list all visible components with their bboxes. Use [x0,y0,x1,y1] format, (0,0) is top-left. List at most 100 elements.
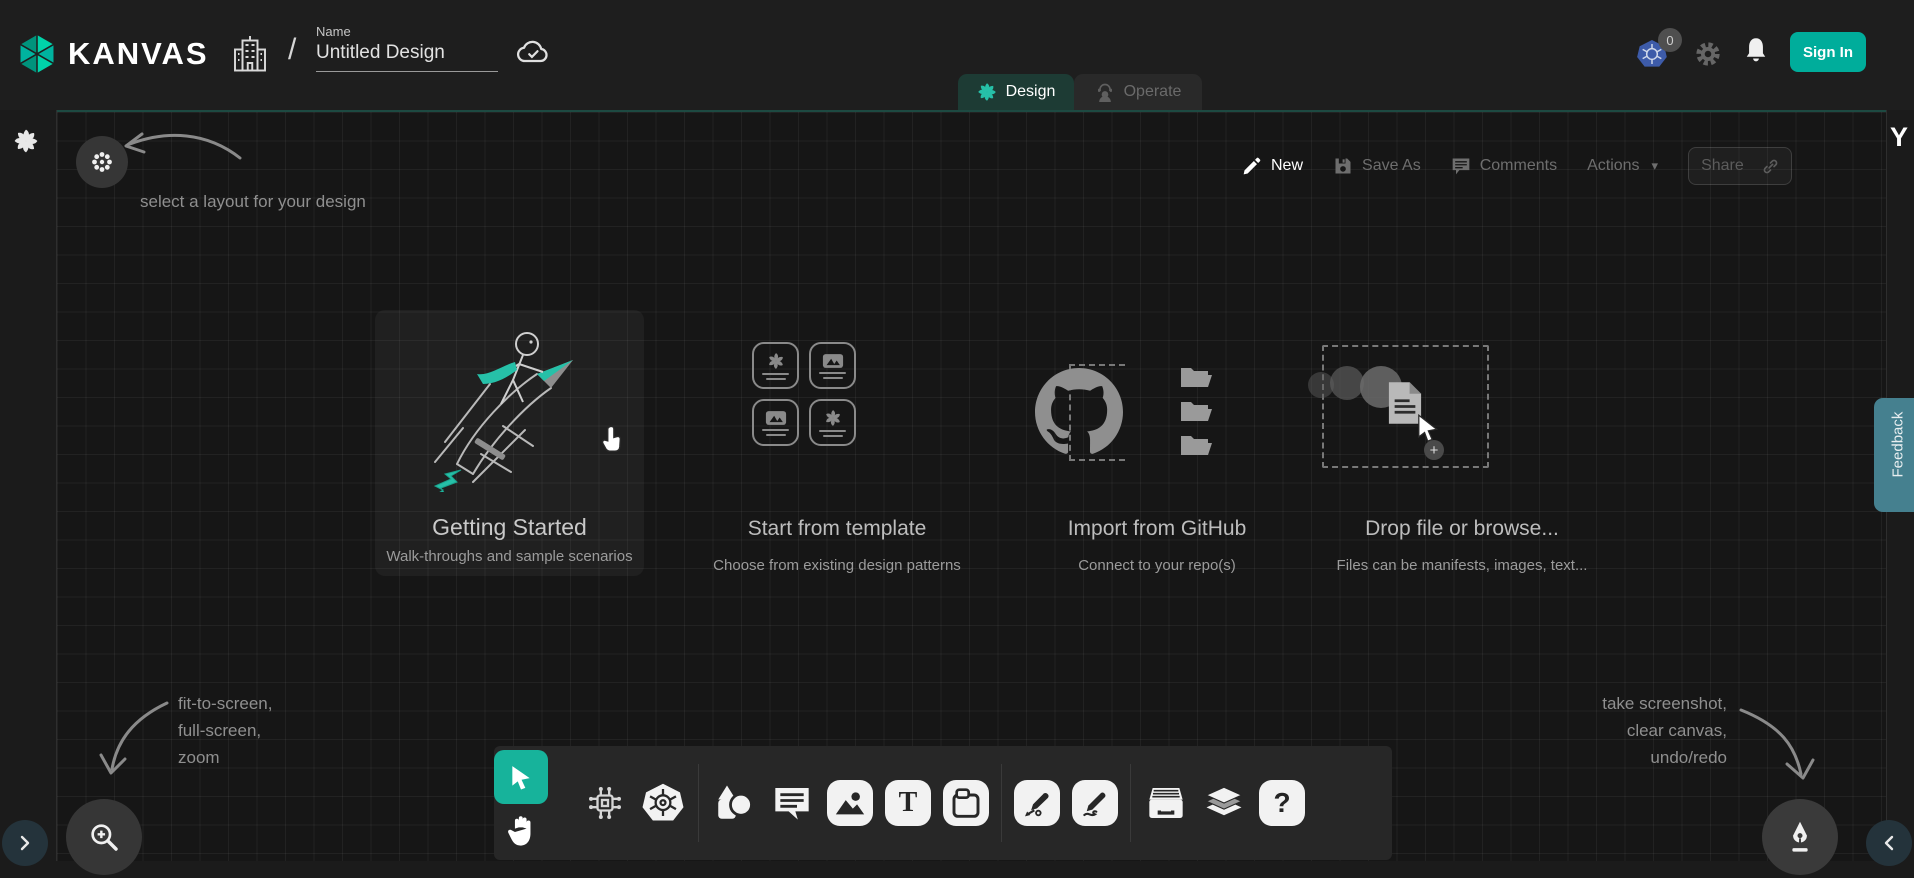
k8s-context-count-badge: 0 [1658,28,1682,52]
breadcrumb-separator: / [288,33,296,67]
feedback-tab[interactable]: Feedback [1874,398,1914,512]
layout-hint-arrow [112,120,247,180]
comments-label: Comments [1480,157,1557,175]
tab-operate[interactable]: Operate [1074,74,1202,110]
design-canvas[interactable]: New Save As Comments Actions [57,110,1886,861]
comment-bubble-icon [772,783,812,823]
brand-name: KANVAS [68,36,209,72]
layout-hint-text: select a layout for your design [140,188,366,215]
drawing-tools-button[interactable] [1762,799,1838,875]
feedback-label: Feedback [1890,432,1907,478]
shapes-icon [713,782,755,824]
note-icon [950,787,982,819]
expand-left-panel-button[interactable] [2,820,48,866]
drawer-tool[interactable] [1143,780,1189,826]
name-field-label: Name [316,24,351,39]
drop-title: Drop file or browse... [1312,517,1612,541]
zoom-hint-text: fit-to-screen, full-screen, zoom [178,690,272,771]
share-button[interactable]: Share [1688,147,1792,185]
template-subtitle: Choose from existing design patterns [697,557,977,574]
pencil-tool[interactable] [1072,780,1118,826]
getting-started-title: Getting Started [375,514,644,541]
template-tile-design-icon [809,399,856,446]
drop-subtitle: Files can be manifests, images, text... [1312,557,1612,574]
layer5-y-logo[interactable]: Y [1890,122,1908,153]
pencil-new-icon [1242,156,1262,176]
hand-cursor-icon [600,424,630,458]
organization-icon[interactable] [232,34,268,79]
drag-trail-circle [1330,366,1364,400]
design-spiral-icon [977,82,997,102]
card-drop-file[interactable]: + Drop file or browse... Files can be ma… [1312,332,1612,582]
rocket-doodle-illustration [415,322,610,492]
card-getting-started[interactable]: Getting Started Walk-throughs and sample… [375,310,644,576]
pan-tool[interactable] [499,806,543,856]
actions-dropdown[interactable]: Actions ▾ [1587,157,1658,175]
github-octocat-icon [1035,368,1123,456]
image-tool[interactable] [827,780,873,826]
note-tool[interactable] [943,780,989,826]
pen-tool[interactable] [1014,780,1060,826]
hand-pan-icon [506,814,536,848]
actions-label: Actions [1587,157,1639,175]
save-floppy-icon [1333,156,1353,176]
pen-path-icon [1021,787,1053,819]
pen-nib-icon [1783,819,1817,855]
layout-bloom-icon [90,150,114,174]
template-tile-image-icon [752,399,799,446]
select-tool[interactable] [494,750,548,804]
save-as-button[interactable]: Save As [1333,156,1421,176]
getting-started-subtitle: Walk-throughs and sample scenarios [375,548,644,565]
new-design-button[interactable]: New [1242,156,1303,176]
github-title: Import from GitHub [1007,517,1307,541]
kubernetes-wheel-icon [642,782,684,824]
left-strip [0,110,57,878]
text-tool[interactable]: T [885,780,931,826]
pencil-scribble-icon [1079,787,1111,819]
mode-tabs: Design Operate [958,74,1202,110]
layers-icon [1203,782,1245,824]
drawer-icon [1146,783,1186,823]
template-tile-design-icon [752,342,799,389]
magnifier-plus-icon [88,821,120,853]
expand-right-panel-button[interactable] [1866,820,1912,866]
tab-design-label: Design [1006,83,1056,101]
app-window: KANVAS / Name [0,0,1914,878]
node-toolbar: T [494,746,1392,860]
notifications-bell-icon[interactable] [1742,36,1770,71]
sign-in-button[interactable]: Sign In [1790,32,1866,72]
tab-design[interactable]: Design [958,74,1074,110]
template-tiles [752,342,856,446]
zoom-controls-button[interactable] [66,799,142,875]
kanvas-logo-icon[interactable] [14,31,60,82]
template-tile-image-icon [809,342,856,389]
components-tool[interactable] [582,780,628,826]
help-tool-glyph: ? [1273,787,1290,819]
chevron-down-icon: ▾ [1652,158,1659,174]
card-import-github[interactable]: Import from GitHub Connect to your repo(… [1007,332,1307,582]
screenshot-hint-arrow [1733,702,1818,792]
card-start-from-template[interactable]: Start from template Choose from existing… [697,332,977,582]
help-tool[interactable]: ? [1259,780,1305,826]
shapes-tool[interactable] [711,780,757,826]
settings-gear-icon[interactable] [1694,40,1722,73]
canvas-action-toolbar: New Save As Comments Actions [1242,147,1792,185]
layers-tool[interactable] [1201,780,1247,826]
github-folder-icons [1179,366,1213,467]
comment-tool[interactable] [769,780,815,826]
screenshot-hint-text: take screenshot, clear canvas, undo/redo [1457,690,1727,771]
toolbar-divider [1130,764,1131,842]
tab-operate-label: Operate [1124,83,1182,101]
meshery-spiral-icon[interactable] [13,128,39,159]
share-label: Share [1701,157,1744,175]
arrow-cursor-icon [1416,414,1442,442]
chevron-left-icon [1881,835,1897,851]
header-bar: KANVAS / Name [0,0,1914,110]
comments-button[interactable]: Comments [1451,156,1557,176]
operate-headset-icon [1095,82,1115,102]
chevron-right-icon [17,835,33,851]
toolbar-divider [1001,764,1002,842]
text-tool-glyph: T [899,787,918,819]
kubernetes-tool[interactable] [640,780,686,826]
design-name-input[interactable] [316,42,498,72]
